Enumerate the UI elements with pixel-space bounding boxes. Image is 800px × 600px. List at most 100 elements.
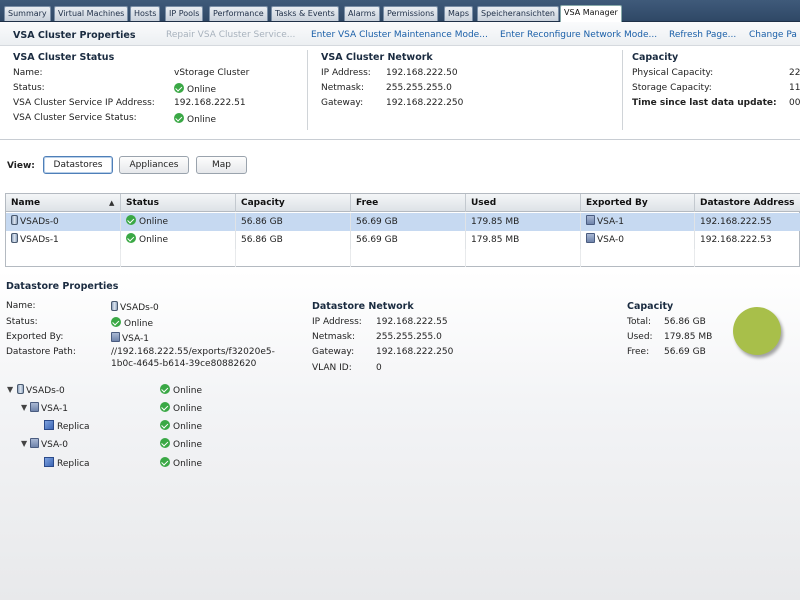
column-header-exported-by[interactable]: Exported By xyxy=(581,194,695,212)
storage-capacity-value: 11 xyxy=(789,83,800,93)
row-exported-by-cell: VSA-0 xyxy=(581,231,695,249)
row-address-cell: 192.168.222.55 xyxy=(700,217,772,227)
cluster-service-ip-label: VSA Cluster Service IP Address: xyxy=(13,98,155,108)
online-check-icon xyxy=(160,420,170,430)
expand-arrow-icon[interactable]: ▼ xyxy=(21,439,27,448)
column-header-datastore-address[interactable]: Datastore Address xyxy=(695,194,800,212)
replica-icon xyxy=(44,457,54,467)
tab-bar: Summary Virtual Machines Hosts IP Pools … xyxy=(0,0,800,22)
ds-netmask-label: Netmask: xyxy=(312,332,356,342)
cluster-properties-title: VSA Cluster Properties xyxy=(13,30,136,41)
online-check-icon xyxy=(111,317,121,327)
cluster-gateway-label: Gateway: xyxy=(321,98,364,108)
datastore-properties-panel: Datastore Properties Name: VSADs-0 Statu… xyxy=(0,270,800,600)
appliance-icon xyxy=(30,438,39,448)
last-update-value: 00 xyxy=(789,98,800,108)
tree-item-status: Online xyxy=(160,438,202,450)
tab-tasks-events[interactable]: Tasks & Events xyxy=(271,6,339,21)
ds-name-value: VSADs-0 xyxy=(111,301,159,313)
table-row[interactable]: VSADs-0 Online 56.86 GB 56.69 GB 179.85 … xyxy=(6,213,800,231)
online-check-icon xyxy=(160,402,170,412)
cluster-status-label: Status: xyxy=(13,83,45,93)
cluster-header: VSA Cluster Properties Repair VSA Cluste… xyxy=(0,22,800,46)
refresh-page-link[interactable]: Refresh Page... xyxy=(669,30,736,40)
ds-gateway-value: 192.168.222.250 xyxy=(376,347,454,357)
tree-item-status: Online xyxy=(160,457,202,469)
tab-maps[interactable]: Maps xyxy=(444,6,474,21)
online-check-icon xyxy=(160,457,170,467)
view-bar: View: Datastores Appliances Map xyxy=(0,140,800,192)
cluster-gateway-value: 192.168.222.250 xyxy=(386,98,464,108)
cluster-network-title: VSA Cluster Network xyxy=(321,52,433,63)
tab-permissions[interactable]: Permissions xyxy=(383,6,439,21)
maintenance-mode-link[interactable]: Enter VSA Cluster Maintenance Mode... xyxy=(311,30,488,40)
tab-performance[interactable]: Performance xyxy=(209,6,268,21)
row-free-cell: 56.69 GB xyxy=(351,231,466,249)
tab-ip-pools[interactable]: IP Pools xyxy=(165,6,204,21)
ds-free-label: Free: xyxy=(627,347,650,357)
ds-exported-label: Exported By: xyxy=(6,332,64,342)
row-status-cell: Online xyxy=(121,231,236,249)
row-used-cell: 179.85 MB xyxy=(466,231,581,249)
ds-ip-value: 192.168.222.55 xyxy=(376,317,448,327)
row-status-cell: Online xyxy=(121,213,236,231)
column-header-name[interactable]: Name ▲ xyxy=(6,194,121,212)
cluster-netmask-value: 255.255.255.0 xyxy=(386,83,452,93)
ds-gateway-label: Gateway: xyxy=(312,347,355,357)
column-header-used[interactable]: Used xyxy=(466,194,581,212)
ds-netmask-value: 255.255.255.0 xyxy=(376,332,442,342)
column-header-status[interactable]: Status xyxy=(121,194,236,212)
row-address-cell: 192.168.222.53 xyxy=(700,235,772,245)
tab-alarms[interactable]: Alarms xyxy=(344,6,380,21)
ds-ip-label: IP Address: xyxy=(312,317,362,327)
cluster-capacity-title: Capacity xyxy=(632,52,679,63)
online-check-icon xyxy=(160,384,170,394)
ds-total-label: Total: xyxy=(627,317,652,327)
ds-path-label: Datastore Path: xyxy=(6,347,76,357)
tab-hosts[interactable]: Hosts xyxy=(130,6,161,21)
tree-item-status: Online xyxy=(160,384,202,396)
ds-name-label: Name: xyxy=(6,301,36,311)
datastore-network-title: Datastore Network xyxy=(312,301,414,312)
tab-speicheransichten[interactable]: Speicheransichten xyxy=(477,6,559,21)
repair-cluster-link[interactable]: Repair VSA Cluster Service... xyxy=(166,30,295,40)
table-row[interactable]: VSADs-1 Online 56.86 GB 56.69 GB 179.85 … xyxy=(6,231,800,249)
last-update-label: Time since last data update: xyxy=(632,98,777,108)
datastores-view-button[interactable]: Datastores xyxy=(43,156,113,174)
datastore-icon xyxy=(11,233,18,243)
section-divider xyxy=(307,50,308,130)
tree-item-status: Online xyxy=(160,402,202,414)
ds-status-label: Status: xyxy=(6,317,38,327)
row-exported-by-cell: VSA-1 xyxy=(581,213,695,231)
tree-item-datastore[interactable]: VSADs-0 xyxy=(17,384,65,396)
cluster-service-ip-value: 192.168.222.51 xyxy=(174,98,246,108)
tab-virtual-machines[interactable]: Virtual Machines xyxy=(54,6,129,21)
map-view-button[interactable]: Map xyxy=(196,156,247,174)
cluster-service-status-value: Online xyxy=(174,113,216,125)
ds-status-value: Online xyxy=(111,317,153,329)
column-header-free[interactable]: Free xyxy=(351,194,466,212)
datastore-icon xyxy=(17,384,24,394)
tree-item-appliance[interactable]: VSA-1 xyxy=(30,402,68,414)
tab-summary[interactable]: Summary xyxy=(4,6,51,21)
ds-total-value: 56.86 GB xyxy=(664,317,706,327)
expand-arrow-icon[interactable]: ▼ xyxy=(7,385,13,394)
cluster-name-label: Name: xyxy=(13,68,43,78)
datastores-table: Name ▲ Status Capacity Free Used Exported… xyxy=(5,193,800,267)
storage-capacity-label: Storage Capacity: xyxy=(632,83,712,93)
ds-vlan-value: 0 xyxy=(376,363,382,373)
empty-cell xyxy=(121,249,236,267)
tree-item-replica[interactable]: Replica xyxy=(44,457,90,469)
empty-cell xyxy=(236,249,351,267)
reconfigure-network-link[interactable]: Enter Reconfigure Network Mode... xyxy=(500,30,657,40)
change-password-link[interactable]: Change Pa xyxy=(749,30,797,40)
tree-item-replica[interactable]: Replica xyxy=(44,420,90,432)
ds-free-value: 56.69 GB xyxy=(664,347,706,357)
column-header-capacity[interactable]: Capacity xyxy=(236,194,351,212)
tree-item-appliance[interactable]: VSA-0 xyxy=(30,438,68,450)
appliance-icon xyxy=(111,332,120,342)
appliances-view-button[interactable]: Appliances xyxy=(119,156,189,174)
ds-used-value: 179.85 MB xyxy=(664,332,713,342)
expand-arrow-icon[interactable]: ▼ xyxy=(21,403,27,412)
tab-vsa-manager[interactable]: VSA Manager xyxy=(560,5,622,22)
